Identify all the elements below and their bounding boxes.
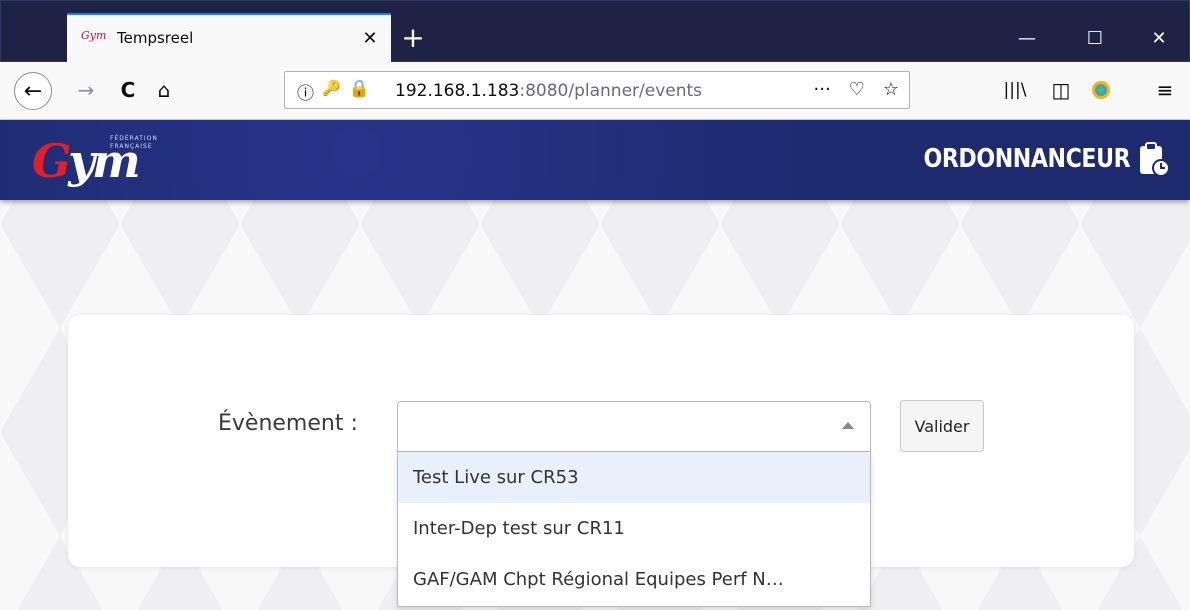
gym-logo: FÉDÉRATION FRANÇAISE Gym: [32, 134, 158, 188]
library-icon[interactable]: |||\: [1000, 73, 1030, 107]
chevron-up-icon: [842, 422, 854, 429]
forward-arrow-icon[interactable]: →: [70, 73, 102, 107]
extension-icon[interactable]: [1086, 73, 1116, 107]
validate-button[interactable]: Valider: [900, 400, 984, 452]
star-icon[interactable]: ☆: [883, 79, 899, 100]
info-icon[interactable]: ⓘ: [297, 79, 314, 104]
maximize-icon[interactable]: ☐: [1073, 23, 1117, 53]
hamburger-icon[interactable]: ≡: [1150, 73, 1180, 107]
insecure-lock-icon[interactable]: 🔒: [349, 79, 370, 104]
url-text[interactable]: 192.168.1.183:8080/planner/events: [395, 81, 702, 101]
sidebar-icon[interactable]: ◫: [1046, 73, 1076, 107]
new-tab-button[interactable]: +: [398, 23, 428, 53]
browser-tab[interactable]: Gym Tempsreel ✕: [67, 13, 391, 65]
more-dots-icon[interactable]: ···: [814, 79, 831, 100]
key-icon[interactable]: 🔑: [322, 79, 341, 104]
window-close-icon[interactable]: ✕: [1137, 23, 1181, 53]
event-label: Évènement :: [218, 411, 358, 436]
app-title: ORDONNANCEUR: [923, 144, 1130, 174]
back-arrow-icon[interactable]: ←: [14, 72, 52, 110]
tab-title: Tempsreel: [117, 29, 194, 47]
close-icon[interactable]: ✕: [359, 27, 381, 49]
dropdown-option[interactable]: Test Live sur CR53: [398, 452, 870, 503]
navigation-toolbar: ← → C ⌂ ⓘ 🔑 🔒 192.168.1.183:8080/planner…: [0, 62, 1190, 120]
event-select[interactable]: [397, 401, 871, 452]
home-icon[interactable]: ⌂: [148, 73, 180, 107]
url-bar[interactable]: ⓘ 🔑 🔒 192.168.1.183:8080/planner/events …: [284, 71, 910, 109]
minimize-icon[interactable]: —: [1005, 23, 1049, 53]
site-header: FÉDÉRATION FRANÇAISE Gym ORDONNANCEUR: [0, 120, 1190, 200]
reload-icon[interactable]: C: [112, 73, 144, 107]
pocket-icon[interactable]: ♡: [849, 79, 865, 100]
dropdown-option[interactable]: Inter-Dep test sur CR11: [398, 503, 870, 554]
clipboard-clock-icon: [1140, 142, 1170, 177]
event-dropdown-list: Test Live sur CR53 Inter-Dep test sur CR…: [397, 452, 871, 607]
favicon-icon: Gym: [81, 29, 107, 42]
tab-strip: Gym Tempsreel ✕ + — ☐ ✕: [0, 0, 1190, 65]
dropdown-option[interactable]: GAF/GAM Chpt Régional Equipes Perf N…: [398, 554, 870, 605]
